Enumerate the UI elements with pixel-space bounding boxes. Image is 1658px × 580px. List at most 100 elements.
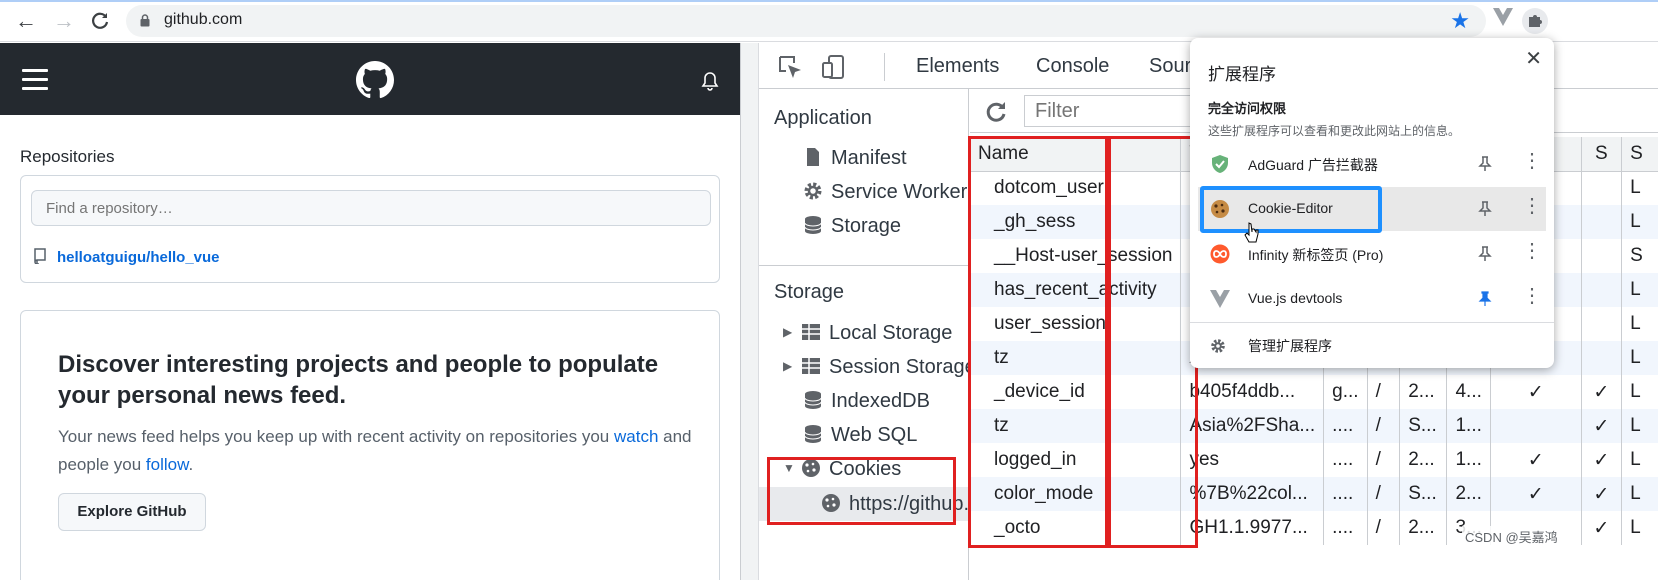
cookie-attribute-cell: .... bbox=[1323, 409, 1368, 443]
cookie-attribute-cell: ✓ bbox=[1581, 375, 1623, 409]
cookie-filter-input[interactable] bbox=[1024, 95, 1204, 127]
watch-link[interactable]: watch bbox=[614, 427, 658, 446]
sidebar-item-websql[interactable]: Web SQL bbox=[803, 424, 917, 447]
sidebar-item-storage[interactable]: Storage bbox=[803, 215, 901, 238]
sidebar-label-websql: Web SQL bbox=[831, 424, 918, 446]
cookie-attribute-cell bbox=[1581, 205, 1623, 239]
table-row[interactable]: _device_id b405f4ddb... g.../2... 4... ✓ ✓ L bbox=[970, 375, 1658, 409]
sidebar-divider bbox=[759, 265, 968, 266]
cookie-attribute-cell: L bbox=[1621, 273, 1658, 307]
explore-github-button[interactable]: Explore GitHub bbox=[58, 493, 206, 531]
discover-text: Your news feed helps you keep up with re… bbox=[58, 423, 698, 479]
sidebar-item-local-storage[interactable]: ▶ Local Storage bbox=[783, 322, 952, 345]
reload-button[interactable] bbox=[88, 9, 112, 33]
pin-icon-active[interactable] bbox=[1478, 291, 1492, 307]
manage-extensions-link[interactable]: 管理扩展程序 bbox=[1210, 336, 1332, 356]
mouse-cursor-icon bbox=[1244, 222, 1259, 243]
expand-triangle-icon[interactable]: ▶ bbox=[783, 325, 801, 339]
cookie-attribute-cell: 1... bbox=[1446, 443, 1491, 477]
database-icon bbox=[804, 425, 822, 443]
pin-icon[interactable] bbox=[1478, 246, 1492, 262]
forward-button[interactable]: → bbox=[52, 9, 76, 33]
vue-icon bbox=[1210, 290, 1230, 308]
reload-icon bbox=[92, 12, 109, 29]
pin-icon[interactable] bbox=[1478, 156, 1492, 172]
sidebar-item-cookies-origin[interactable]: https://github.com bbox=[821, 493, 968, 516]
sidebar-item-manifest[interactable]: Manifest bbox=[803, 147, 907, 170]
discover-text-3: . bbox=[188, 455, 194, 474]
column-header[interactable]: S bbox=[1581, 137, 1623, 172]
collapse-triangle-icon[interactable]: ▼ bbox=[783, 461, 801, 475]
cookie-value-cell: %7B%22col... bbox=[1180, 477, 1325, 511]
sidebar-label-session-storage: Session Storage bbox=[829, 356, 969, 378]
toolbar-separator bbox=[884, 53, 885, 81]
cookie-name-cell: logged_in bbox=[970, 443, 1182, 477]
bell-icon[interactable] bbox=[700, 71, 720, 91]
cookie-attribute-cell: 2... bbox=[1446, 477, 1491, 511]
address-bar[interactable]: github.com ★ bbox=[126, 5, 1486, 37]
extensions-title: 扩展程序 bbox=[1208, 65, 1276, 84]
cookie-attribute-cell: L bbox=[1621, 477, 1658, 511]
table-row[interactable]: tz Asia%2FSha....... / S... 1... ✓ L bbox=[970, 409, 1658, 443]
browser-toolbar: ← → github.com ★ bbox=[0, 0, 1658, 42]
sidebar-item-service-workers[interactable]: Service Workers bbox=[803, 181, 969, 204]
sidebar-item-cookies[interactable]: ▼ Cookies bbox=[783, 458, 901, 481]
gear-icon bbox=[1211, 339, 1225, 353]
more-vert-icon[interactable]: ⋮ bbox=[1522, 151, 1542, 171]
cookie-attribute-cell: / bbox=[1367, 511, 1401, 545]
cookie-attribute-cell bbox=[1581, 273, 1623, 307]
repositories-card: helloatguigu/hello_vue bbox=[20, 175, 720, 283]
find-repository-input[interactable] bbox=[31, 190, 711, 226]
inspect-element-icon[interactable] bbox=[777, 54, 803, 80]
expand-triangle-icon[interactable]: ▶ bbox=[783, 359, 801, 373]
more-vert-icon[interactable]: ⋮ bbox=[1522, 286, 1542, 306]
storage-heading: Storage bbox=[774, 281, 845, 303]
device-toolbar-icon[interactable] bbox=[821, 54, 847, 80]
extensions-puzzle-icon[interactable] bbox=[1522, 8, 1548, 34]
more-vert-icon[interactable]: ⋮ bbox=[1522, 196, 1542, 216]
cookie-attribute-cell bbox=[1581, 341, 1623, 375]
cookie-editor-highlight-annotation bbox=[1200, 186, 1382, 233]
cookie-attribute-cell: .... bbox=[1323, 477, 1368, 511]
pin-icon[interactable] bbox=[1478, 201, 1492, 217]
extension-item-adguard[interactable]: AdGuard 广告拦截器 ⋮ bbox=[1198, 142, 1546, 186]
cookie-icon bbox=[822, 494, 840, 512]
devtools-resize-gutter[interactable] bbox=[741, 43, 759, 580]
repo-link-text: helloatguigu/hello_vue bbox=[57, 249, 220, 266]
close-icon[interactable]: ✕ bbox=[1525, 46, 1542, 71]
cookie-attribute-cell: L bbox=[1621, 341, 1658, 375]
extension-item-vue-devtools[interactable]: Vue.js devtools ⋮ bbox=[1198, 277, 1546, 321]
cookie-name-cell: __Host-user_session bbox=[970, 239, 1182, 273]
tab-elements[interactable]: Elements bbox=[916, 55, 999, 78]
repo-link[interactable]: helloatguigu/hello_vue bbox=[33, 248, 220, 266]
shield-icon bbox=[1212, 155, 1228, 173]
cookie-attribute-cell: S bbox=[1621, 239, 1658, 273]
cookie-attribute-cell: L bbox=[1621, 307, 1658, 341]
bookmark-star-icon[interactable]: ★ bbox=[1450, 8, 1470, 34]
column-header[interactable]: S bbox=[1621, 137, 1658, 172]
cookie-attribute-cell: / bbox=[1367, 375, 1401, 409]
vue-devtools-toolbar-icon[interactable] bbox=[1490, 8, 1516, 34]
sidebar-item-session-storage[interactable]: ▶ Session Storage bbox=[783, 356, 969, 379]
cookie-attribute-cell: ✓ bbox=[1490, 443, 1582, 477]
manage-extensions-label: 管理扩展程序 bbox=[1248, 338, 1332, 354]
back-button[interactable]: ← bbox=[14, 9, 38, 33]
follow-link[interactable]: follow bbox=[146, 455, 189, 474]
sidebar-label-service-workers: Service Workers bbox=[831, 181, 969, 203]
cookie-name-cell: _gh_sess bbox=[970, 205, 1182, 239]
table-row[interactable]: color_mode %7B%22col....... / S... 2... ✓ ✓ L bbox=[970, 477, 1658, 511]
cookie-attribute-cell: L bbox=[1621, 171, 1658, 205]
discover-card: Discover interesting projects and people… bbox=[20, 310, 720, 580]
hamburger-menu-icon[interactable] bbox=[22, 69, 48, 90]
github-logo-icon[interactable] bbox=[356, 61, 394, 99]
database-icon bbox=[804, 391, 822, 409]
table-row[interactable]: logged_in yes..../2... 1... ✓ ✓ L bbox=[970, 443, 1658, 477]
more-vert-icon[interactable]: ⋮ bbox=[1522, 241, 1542, 261]
cookie-attribute-cell: L bbox=[1621, 205, 1658, 239]
sidebar-label-indexeddb: IndexedDB bbox=[831, 390, 930, 412]
column-header[interactable]: Name bbox=[970, 137, 1182, 172]
sidebar-item-indexeddb[interactable]: IndexedDB bbox=[803, 390, 930, 413]
gear-icon bbox=[804, 182, 822, 200]
refresh-icon[interactable] bbox=[984, 100, 1008, 124]
tab-console[interactable]: Console bbox=[1036, 55, 1109, 78]
